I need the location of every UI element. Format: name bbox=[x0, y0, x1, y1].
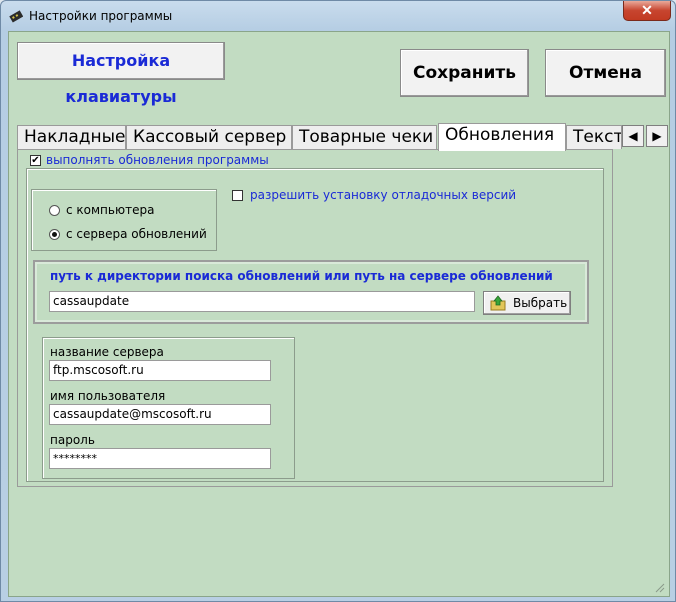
tab-receipts[interactable]: Товарные чеки bbox=[292, 125, 437, 149]
update-path-input[interactable]: cassaupdate bbox=[49, 291, 475, 312]
debug-versions-label: разрешить установку отладочных версий bbox=[250, 188, 517, 202]
tab-scroll-left-button[interactable]: ◀ bbox=[622, 125, 644, 147]
source-server-label: с сервера обновлений bbox=[66, 227, 207, 241]
close-button[interactable]: ✕ bbox=[623, 1, 671, 21]
keyboard-settings-button[interactable]: Настройка клавиатуры bbox=[17, 42, 225, 106]
cancel-button[interactable]: Отмена bbox=[545, 49, 666, 97]
enable-updates-checkbox[interactable]: ✔ bbox=[30, 155, 41, 166]
source-server-radio[interactable] bbox=[49, 229, 60, 240]
update-path-label: путь к директории поиска обновлений или … bbox=[50, 269, 553, 283]
tab-invoices[interactable]: Накладные bbox=[17, 125, 126, 149]
client-area: Настройка клавиатуры Сохранить Отмена На… bbox=[8, 31, 670, 597]
server-name-label: название сервера bbox=[50, 345, 164, 359]
app-icon bbox=[9, 9, 24, 23]
tab-scroll-right-button[interactable]: ▶ bbox=[646, 125, 668, 147]
server-name-input[interactable]: ftp.mscosoft.ru bbox=[49, 360, 271, 381]
checkmark-icon: ✔ bbox=[31, 155, 40, 166]
tab-texts[interactable]: Тексты bbox=[566, 125, 622, 149]
debug-versions-checkbox[interactable] bbox=[232, 190, 243, 201]
folder-up-arrow-icon bbox=[490, 295, 506, 311]
update-source-group bbox=[31, 189, 217, 251]
choose-path-button[interactable]: Выбрать bbox=[483, 291, 571, 315]
username-label: имя пользователя bbox=[50, 389, 166, 403]
triangle-left-icon: ◀ bbox=[628, 129, 638, 143]
username-input[interactable]: cassaupdate@mscosoft.ru bbox=[49, 404, 271, 425]
password-input[interactable]: ******** bbox=[49, 448, 271, 469]
password-label: пароль bbox=[50, 433, 95, 447]
source-computer-label: с компьютера bbox=[66, 203, 155, 217]
enable-updates-label: выполнять обновления программы bbox=[46, 153, 269, 167]
triangle-right-icon: ▶ bbox=[652, 129, 662, 143]
window-title: Настройки программы bbox=[29, 9, 173, 23]
settings-window: Настройки программы ✕ Настройка клавиату… bbox=[0, 0, 676, 602]
title-bar[interactable]: Настройки программы ✕ bbox=[1, 1, 675, 31]
source-computer-radio[interactable] bbox=[49, 205, 60, 216]
choose-path-label: Выбрать bbox=[513, 296, 568, 310]
save-button[interactable]: Сохранить bbox=[400, 49, 529, 97]
tab-updates[interactable]: Обновления bbox=[438, 123, 566, 151]
resize-grip-icon[interactable] bbox=[653, 580, 665, 593]
tab-cash-server[interactable]: Кассовый сервер bbox=[126, 125, 292, 149]
